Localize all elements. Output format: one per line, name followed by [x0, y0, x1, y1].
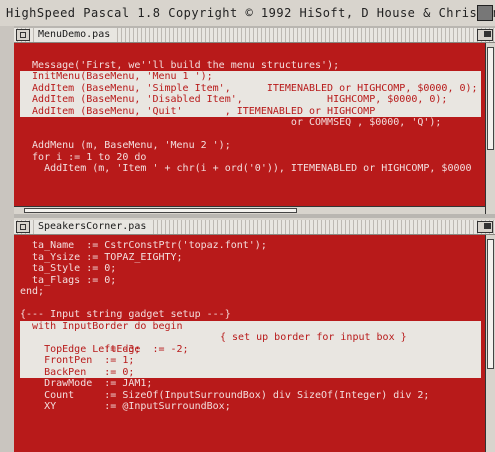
code-line: end; [20, 286, 45, 297]
close-gadget-icon[interactable] [16, 221, 30, 233]
code-line: ta_Style := 0; [20, 263, 117, 274]
screen-left-margin [0, 26, 14, 452]
window-title-bar[interactable]: SpeakersCorner.pas [14, 220, 495, 235]
vertical-scrollbar[interactable] [485, 43, 495, 214]
window-title-bar[interactable]: MenuDemo.pas [14, 28, 495, 43]
code-area[interactable]: ta_Name := CstrConstPtr('topaz.font'); t… [20, 240, 481, 413]
code-line: ta_Name := CstrConstPtr('topaz.font'); [20, 240, 267, 251]
code-line: XY := @InputSurroundBox; [20, 401, 231, 412]
code-line-selected: LeftEdge := -2; { set up border for inpu… [20, 332, 481, 355]
window-title: MenuDemo.pas [34, 28, 115, 42]
code-line: or COMMSEQ , $0000, 'Q'); [20, 117, 442, 128]
code-line-selected: InitMenu(BaseMenu, 'Menu 1 '); [20, 71, 481, 83]
scrollbar-thumb[interactable] [24, 208, 298, 213]
code-line: for i := 1 to 20 do [20, 151, 147, 163]
comment-text: { set up border for input box } [220, 332, 407, 343]
screen-title: HighSpeed Pascal 1.8 Copyright © 1992 Hi… [6, 6, 495, 20]
code-line: AddMenu (m, BaseMenu, 'Menu 2 '); [20, 140, 231, 151]
code-line: AddItem (m, 'Item ' + chr(i + ord('0')),… [20, 163, 472, 174]
code-line: Count := SizeOf(InputSurroundBox) div Si… [20, 389, 430, 401]
depth-gadget-icon[interactable] [477, 29, 493, 41]
screen-depth-gadget[interactable] [477, 5, 493, 21]
code-line: {--- Input string gadget setup ---} [20, 309, 231, 320]
code-line: ta_Flags := 0; [20, 274, 117, 286]
vertical-scrollbar[interactable] [485, 235, 495, 452]
code-line-selected: AddItem (BaseMenu, 'Disabled Item', HIGH… [20, 94, 481, 106]
code-line: DrawMode := JAM1; [20, 378, 153, 389]
code-line: ta_Ysize := TOPAZ_EIGHTY; [20, 251, 183, 263]
code-line-selected: BackPen := 0; [20, 366, 481, 378]
code-line-selected: AddItem (BaseMenu, 'Quit' , ITEMENABLED … [20, 105, 481, 117]
editor-window-speakerscorner[interactable]: SpeakersCorner.pas ta_Name := CstrConstP… [14, 218, 495, 452]
horizontal-scrollbar[interactable] [14, 206, 485, 214]
code-line-selected: AddItem (BaseMenu, 'Simple Item', ITEMEN… [20, 82, 481, 94]
code-line: Message('First, we''ll build the menu st… [20, 59, 340, 71]
depth-gadget-icon[interactable] [477, 221, 493, 233]
code-line-selected: with InputBorder do begin [20, 320, 481, 332]
code-area[interactable]: Message('First, we''ll build the menu st… [20, 48, 481, 175]
scrollbar-thumb[interactable] [487, 47, 494, 150]
scrollbar-thumb[interactable] [487, 239, 494, 370]
editor-window-menudemo[interactable]: MenuDemo.pas Message('First, we''ll buil… [14, 28, 495, 214]
code-text: LeftEdge := -2; [68, 343, 189, 355]
code-line-selected: FrontPen := 1; [20, 355, 481, 367]
window-title: SpeakersCorner.pas [34, 220, 151, 234]
close-gadget-icon[interactable] [16, 29, 30, 41]
screen-title-bar[interactable]: HighSpeed Pascal 1.8 Copyright © 1992 Hi… [0, 0, 495, 26]
amiga-screen: HighSpeed Pascal 1.8 Copyright © 1992 Hi… [0, 0, 495, 452]
